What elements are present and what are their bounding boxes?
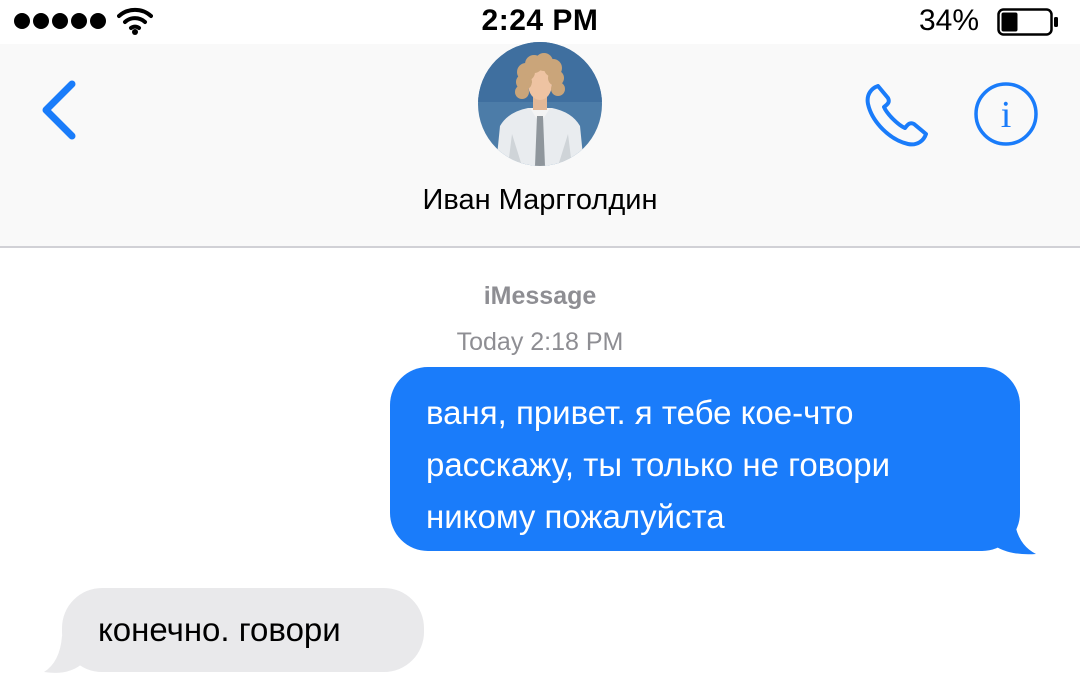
call-button[interactable] [860, 80, 932, 152]
contact-name[interactable]: Иван Маргголдин [0, 184, 1080, 217]
info-button[interactable]: i [972, 80, 1040, 148]
message-timestamp: Today 2:18 PM [456, 328, 624, 356]
incoming-message-bubble[interactable]: конечно. говори [62, 588, 424, 672]
message-line: никому пожалуйста [426, 498, 725, 535]
messages-screen: 2:24 PM 34% Иван Маргголдин i iMessage T… [0, 0, 1080, 700]
outgoing-message-bubble[interactable]: ваня, привет. я тебе кое-что расскажу, т… [390, 367, 1020, 551]
message-line: ваня, привет. я тебе кое-что [426, 394, 854, 431]
phone-icon [865, 84, 928, 147]
battery-icon [997, 8, 1058, 36]
chevron-left-icon [42, 80, 76, 140]
outgoing-bubble-tail [992, 516, 1036, 555]
info-icon: i [974, 82, 1038, 146]
status-bar: 2:24 PM 34% [0, 0, 1080, 44]
battery-percent: 34% [919, 4, 980, 37]
header-divider [0, 246, 1080, 248]
contact-photo [478, 42, 602, 166]
status-time: 2:24 PM [481, 4, 599, 37]
back-button[interactable] [36, 78, 82, 142]
avatar[interactable] [478, 42, 602, 166]
message-line: расскажу, ты только не говори [426, 446, 891, 483]
service-label: iMessage [483, 282, 597, 310]
message-text: конечно. говори [98, 611, 341, 648]
svg-text:i: i [1001, 94, 1012, 136]
incoming-bubble-tail [44, 636, 84, 673]
